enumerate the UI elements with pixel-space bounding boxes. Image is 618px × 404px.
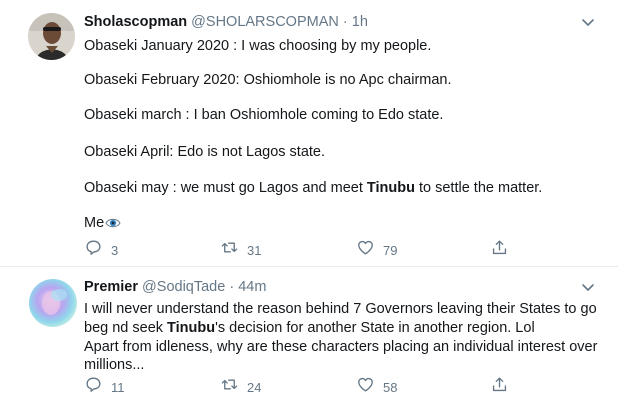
eye-emoji-icon [105, 216, 121, 236]
chevron-down-icon[interactable] [580, 14, 596, 30]
retweet-count: 24 [247, 379, 262, 395]
like-icon [356, 375, 375, 399]
tweet-text-segment: to settle the matter. [414, 180, 543, 196]
like-count: 79 [383, 242, 398, 258]
like-button[interactable]: 58 [356, 376, 397, 398]
tweet-header: Premier @SodiqTade · 44m [84, 279, 266, 295]
retweet-icon [220, 238, 239, 262]
tweet-actions: 3 31 79 [84, 239, 524, 261]
tweet-text-segment: Obaseki may : we must go Lagos and meet [84, 180, 367, 196]
like-button[interactable]: 79 [356, 239, 397, 261]
timestamp[interactable]: 1h [352, 14, 368, 30]
share-button[interactable] [490, 376, 509, 398]
share-icon [490, 238, 509, 262]
avatar[interactable] [28, 13, 75, 60]
reply-button[interactable]: 11 [84, 376, 125, 398]
tweet-text-line: Obaseki April: Edo is not Lagos state. [84, 144, 325, 160]
tweet-text-line: Obaseki march : I ban Oshiomhole coming … [84, 107, 444, 123]
tweet-text-line: Obaseki January 2020 : I was choosing by… [84, 38, 432, 54]
retweet-icon [220, 375, 239, 399]
display-name[interactable]: Premier [84, 279, 138, 295]
reply-icon [84, 238, 103, 262]
tweet-text-line: Obaseki may : we must go Lagos and meet … [84, 179, 542, 198]
like-count: 58 [383, 379, 398, 395]
reply-count: 11 [111, 379, 125, 395]
share-icon [490, 375, 509, 399]
reply-icon [84, 375, 103, 399]
tweet-text-segment: beg nd seek [84, 320, 168, 336]
tweet-text-line: Me [84, 214, 121, 236]
tweet-text-line: beg nd seek Tinubu's decision for anothe… [84, 319, 535, 338]
mention-tinubu: Tinubu [366, 180, 415, 196]
tweet-header: Sholascopman @SHOLARSCOPMAN · 1h [84, 14, 368, 30]
mention-tinubu: Tinubu [167, 320, 216, 336]
display-name[interactable]: Sholascopman [84, 14, 187, 30]
chevron-down-icon[interactable] [580, 279, 596, 295]
tweet-text-segment: Me [84, 215, 105, 231]
timestamp[interactable]: 44m [238, 279, 266, 295]
reply-button[interactable]: 3 [84, 239, 118, 261]
tweet-text-line: Apart from idleness, why are these chara… [84, 339, 598, 355]
retweet-button[interactable]: 24 [220, 376, 261, 398]
share-button[interactable] [490, 239, 509, 261]
separator: · [229, 279, 235, 295]
like-icon [356, 238, 375, 262]
handle[interactable]: @SodiqTade [142, 279, 225, 295]
tweet-text-segment: 's decision for another State in another… [215, 320, 535, 336]
tweet-text-line: I will never understand the reason behin… [84, 301, 597, 317]
tweet-actions: 11 24 58 [84, 376, 524, 398]
retweet-button[interactable]: 31 [220, 239, 261, 261]
tweet-text-line: millions... [84, 357, 145, 373]
tweet[interactable]: Premier @SodiqTade · 44m I will never un… [0, 267, 618, 404]
reply-count: 3 [111, 242, 119, 258]
avatar[interactable] [29, 279, 77, 327]
tweet-text-line: Obaseki February 2020: Oshiomhole is no … [84, 72, 452, 88]
tweet[interactable]: Sholascopman @SHOLARSCOPMAN · 1h Obaseki… [0, 0, 618, 267]
handle[interactable]: @SHOLARSCOPMAN [191, 14, 339, 30]
retweet-count: 31 [247, 242, 262, 258]
separator: · [342, 14, 348, 30]
